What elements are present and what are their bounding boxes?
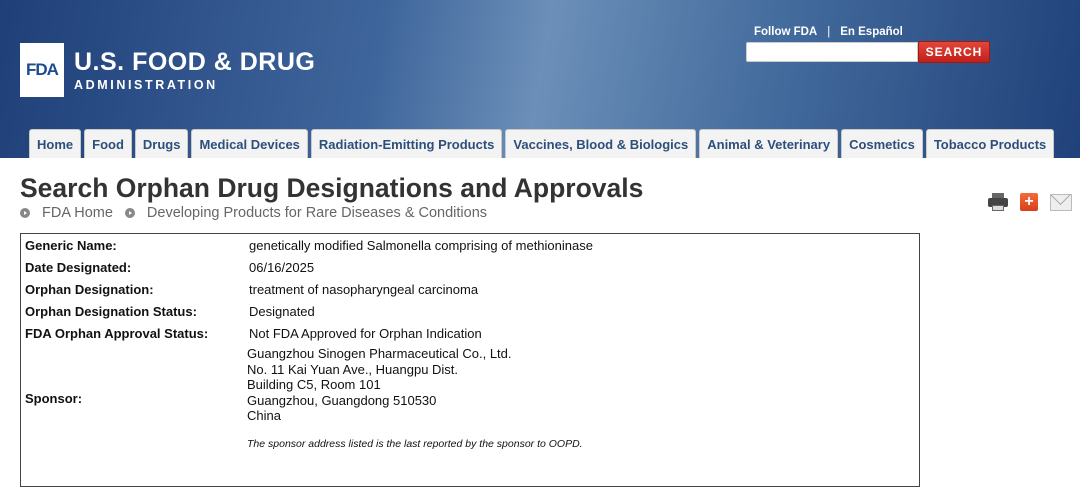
main-nav: Home Food Drugs Medical Devices Radiatio… [29,129,1057,158]
nav-tab-food[interactable]: Food [84,129,132,158]
breadcrumb: FDA Home Developing Products for Rare Di… [20,205,499,221]
nav-tab-animal-veterinary[interactable]: Animal & Veterinary [699,129,839,158]
approval-status-value: Not FDA Approved for Orphan Indication [249,326,482,341]
page-tools: + [988,193,1080,211]
nav-tab-medical-devices[interactable]: Medical Devices [191,129,308,158]
sponsor-address: Guangzhou Sinogen Pharmaceutical Co., Lt… [247,346,512,424]
logo-subtitle: ADMINISTRATION [74,77,218,92]
nav-tab-vaccines-blood-biologics[interactable]: Vaccines, Blood & Biologics [505,129,697,158]
top-links: Follow FDA | En Español [754,26,903,38]
sponsor-line: Building C5, Room 101 [247,377,381,392]
orphan-designation-value: treatment of nasopharyngeal carcinoma [249,282,479,297]
print-icon[interactable] [988,193,1008,211]
sponsor-line: Guangzhou Sinogen Pharmaceutical Co., Lt… [247,346,512,361]
breadcrumb-fda-home[interactable]: FDA Home [42,205,113,221]
nav-tab-radiation-emitting-products[interactable]: Radiation-Emitting Products [310,129,503,158]
breadcrumb-rare-diseases[interactable]: Developing Products for Rare Diseases & … [147,205,487,221]
date-designated-value: 06/16/2025 [249,260,315,275]
designation-status-value: Designated [249,304,315,319]
follow-fda-link[interactable]: Follow FDA [754,26,817,38]
generic-name-label: Generic Name: [25,238,117,253]
designation-details-table: Generic Name: genetically modified Salmo… [20,233,920,487]
sponsor-line: No. 11 Kai Yuan Ave., Huangpu Dist. [247,361,459,377]
nav-tab-home[interactable]: Home [29,129,82,158]
search-input[interactable] [746,42,918,62]
link-separator: | [827,26,831,38]
search-button[interactable]: SEARCH [918,41,990,63]
approval-status-label: FDA Orphan Approval Status: [25,326,209,341]
designation-status-label: Orphan Designation Status: [25,304,197,319]
breadcrumb-arrow-icon [124,208,135,218]
sponsor-label: Sponsor: [25,391,83,406]
generic-name-value: genetically modified Salmonella comprisi… [249,238,593,253]
logo-title: U.S. FOOD & DRUG [74,47,316,76]
nav-tab-tobacco-products[interactable]: Tobacco Products [925,129,1055,158]
email-icon[interactable] [1050,193,1072,211]
fda-logo[interactable]: FDA U.S. FOOD & DRUG ADMINISTRATION [20,43,315,97]
share-plus-icon[interactable]: + [1020,193,1038,211]
page-title: Search Orphan Drug Designations and Appr… [20,173,644,203]
site-header: FDA U.S. FOOD & DRUG ADMINISTRATION Foll… [0,0,1080,158]
nav-tab-drugs[interactable]: Drugs [134,129,189,158]
sponsor-line: Guangzhou, Guangdong 510530 [247,392,437,408]
en-espanol-link[interactable]: En Español [840,26,903,38]
nav-tab-cosmetics[interactable]: Cosmetics [841,129,923,158]
search-bar: SEARCH [746,41,990,63]
date-designated-label: Date Designated: [25,260,132,275]
breadcrumb-arrow-icon [20,208,30,218]
orphan-designation-label: Orphan Designation: [25,282,154,297]
sponsor-line: China [247,408,281,423]
fda-logo-mark: FDA [20,43,64,97]
sponsor-note: The sponsor address listed is the last r… [247,438,583,450]
